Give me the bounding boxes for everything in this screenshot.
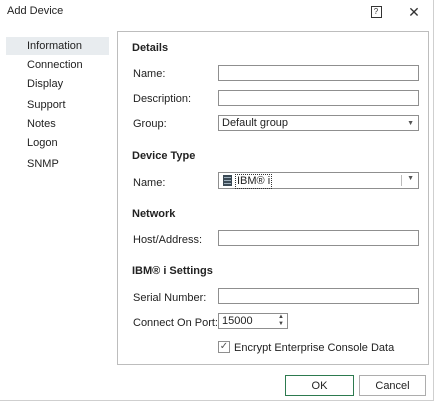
chevron-down-icon: ▼ (407, 120, 414, 127)
host-address-label: Host/Address: (133, 234, 203, 246)
device-type-section-title: Device Type (132, 150, 196, 162)
description-input[interactable] (218, 90, 419, 106)
spin-arrows-icon[interactable]: ▲ ▼ (276, 314, 286, 328)
chevron-down-icon: ▼ (407, 175, 414, 182)
serial-number-input[interactable] (218, 288, 419, 304)
group-dropdown-value: Default group (222, 117, 289, 129)
dialog-title: Add Device (7, 5, 64, 17)
title-bar: Add Device ? ✕ (0, 0, 433, 26)
add-device-dialog: Add Device ? ✕ Information Connection Di… (0, 0, 434, 401)
dropdown-separator (401, 175, 402, 186)
sidebar-item-notes[interactable]: Notes (6, 115, 109, 133)
close-icon: ✕ (408, 3, 420, 20)
description-label: Description: (133, 93, 192, 105)
encrypt-checkbox[interactable]: ✓ (218, 341, 230, 353)
sidebar-item-snmp[interactable]: SNMP (6, 155, 109, 173)
help-icon: ? (370, 6, 382, 18)
sidebar-item-connection[interactable]: Connection (6, 56, 109, 74)
sidebar-item-support[interactable]: Support (6, 96, 109, 114)
checkmark-icon: ✓ (219, 341, 229, 352)
port-stepper[interactable]: 15000 ▲ ▼ (218, 313, 288, 329)
sidebar-item-display[interactable]: Display (6, 75, 109, 93)
serial-number-label: Serial Number: (133, 292, 207, 304)
network-section-title: Network (132, 208, 176, 220)
help-button[interactable]: ? (366, 3, 386, 21)
group-dropdown[interactable]: Default group ▼ (218, 115, 419, 131)
name-input[interactable] (218, 65, 419, 81)
ibm-i-settings-section-title: IBM® i Settings (132, 265, 213, 277)
port-value: 15000 (222, 315, 253, 327)
server-icon (223, 175, 232, 186)
connect-on-port-label: Connect On Port: (133, 317, 218, 329)
sidebar-item-logon[interactable]: Logon (6, 134, 109, 152)
encrypt-checkbox-label[interactable]: Encrypt Enterprise Console Data (234, 342, 394, 354)
cancel-button[interactable]: Cancel (359, 375, 426, 396)
close-button[interactable]: ✕ (403, 3, 425, 21)
details-section-title: Details (132, 42, 169, 54)
device-type-dropdown-value: IBM® i (235, 174, 273, 189)
device-type-name-label: Name: (133, 177, 166, 189)
sidebar-item-information[interactable]: Information (6, 37, 109, 55)
host-address-input[interactable] (218, 230, 419, 246)
name-label: Name: (133, 68, 166, 80)
ok-button[interactable]: OK (285, 375, 354, 396)
group-label: Group: (133, 118, 167, 130)
device-type-dropdown[interactable]: IBM® i ▼ (218, 172, 419, 189)
